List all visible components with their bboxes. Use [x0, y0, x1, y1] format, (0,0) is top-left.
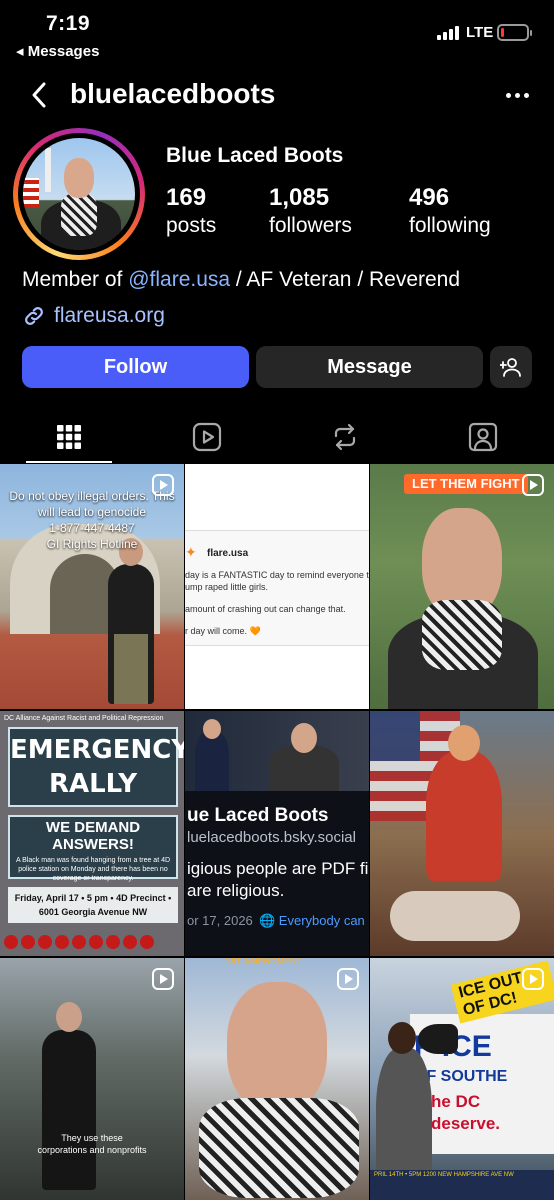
post-tile[interactable]: Do not obey illegal orders. This will le…: [0, 464, 184, 709]
signal-icon: [437, 26, 459, 40]
tagged-icon: [468, 422, 498, 452]
network-type: LTE: [466, 24, 494, 41]
clock: 7:19: [46, 12, 91, 35]
display-name: Blue Laced Boots: [166, 144, 344, 167]
avatar[interactable]: [23, 138, 135, 250]
reel-icon: [522, 968, 544, 990]
post-caption-overlay: They use these corporations and nonprofi…: [37, 1133, 147, 1155]
reposts-icon: [334, 423, 356, 451]
profile-username: bluelacedboots: [70, 78, 276, 109]
website-url[interactable]: flareusa.org: [54, 304, 165, 328]
reel-icon: [337, 968, 359, 990]
post-tile[interactable]: ue Laced Boots luelacedboots.bsky.social…: [185, 711, 369, 956]
post-tile[interactable]: DC Alliance Against Racist and Political…: [0, 711, 184, 956]
tab-posts-grid[interactable]: [0, 410, 138, 464]
story-ring[interactable]: [13, 128, 145, 260]
megaphone-icon: [418, 1024, 458, 1054]
website-link[interactable]: flareusa.org: [22, 302, 165, 330]
org-logos: [4, 935, 182, 951]
posts-count[interactable]: 169 posts: [166, 184, 216, 238]
post-tile[interactable]: They use these corporations and nonprofi…: [0, 958, 184, 1200]
profile-tabs: [0, 410, 554, 464]
followers-count[interactable]: 1,085 followers: [269, 184, 352, 238]
grid-icon: [57, 425, 81, 449]
reel-icon: [152, 474, 174, 496]
status-bar: 7:19 ◂ Messages LTE: [0, 0, 554, 64]
tab-reposts[interactable]: [276, 410, 414, 464]
tab-tagged[interactable]: [414, 410, 552, 464]
suggested-accounts-button[interactable]: [490, 346, 532, 388]
message-button[interactable]: Message: [256, 346, 483, 388]
tab-reels[interactable]: [138, 410, 276, 464]
reels-icon: [192, 422, 222, 452]
post-tile[interactable]: P ICE OF SOUTHE r the DC U deserve. ICE …: [370, 958, 554, 1200]
post-badge: LET THEM FIGHT: [404, 474, 528, 494]
battery-icon: [497, 24, 532, 41]
flare-logo-icon: ✦: [185, 544, 197, 560]
post-tile[interactable]: 1ST AMENDMENT: [185, 958, 369, 1200]
chevron-left-icon[interactable]: [26, 80, 56, 110]
link-icon: [25, 307, 43, 325]
post-tile[interactable]: [370, 711, 554, 956]
profile-header: bluelacedboots: [0, 74, 554, 118]
reel-icon: [152, 968, 174, 990]
reel-icon: [522, 474, 544, 496]
post-tile[interactable]: ✦ flare.usa day is a FANTASTIC day to re…: [185, 464, 369, 709]
mention-link[interactable]: @flare.usa: [128, 268, 230, 291]
post-text-overlay: Do not obey illegal orders. This will le…: [9, 489, 175, 551]
add-person-icon: [500, 358, 521, 377]
more-horizontal-icon[interactable]: [502, 82, 532, 108]
follow-button[interactable]: Follow: [22, 346, 249, 388]
profile-bio: Member of @flare.usa / AF Veteran / Reve…: [22, 268, 461, 291]
following-count[interactable]: 496 following: [409, 184, 491, 238]
back-to-messages-link[interactable]: ◂ Messages: [16, 42, 99, 60]
active-tab-indicator: [26, 461, 112, 463]
post-tile[interactable]: LET THEM FIGHT: [370, 464, 554, 709]
